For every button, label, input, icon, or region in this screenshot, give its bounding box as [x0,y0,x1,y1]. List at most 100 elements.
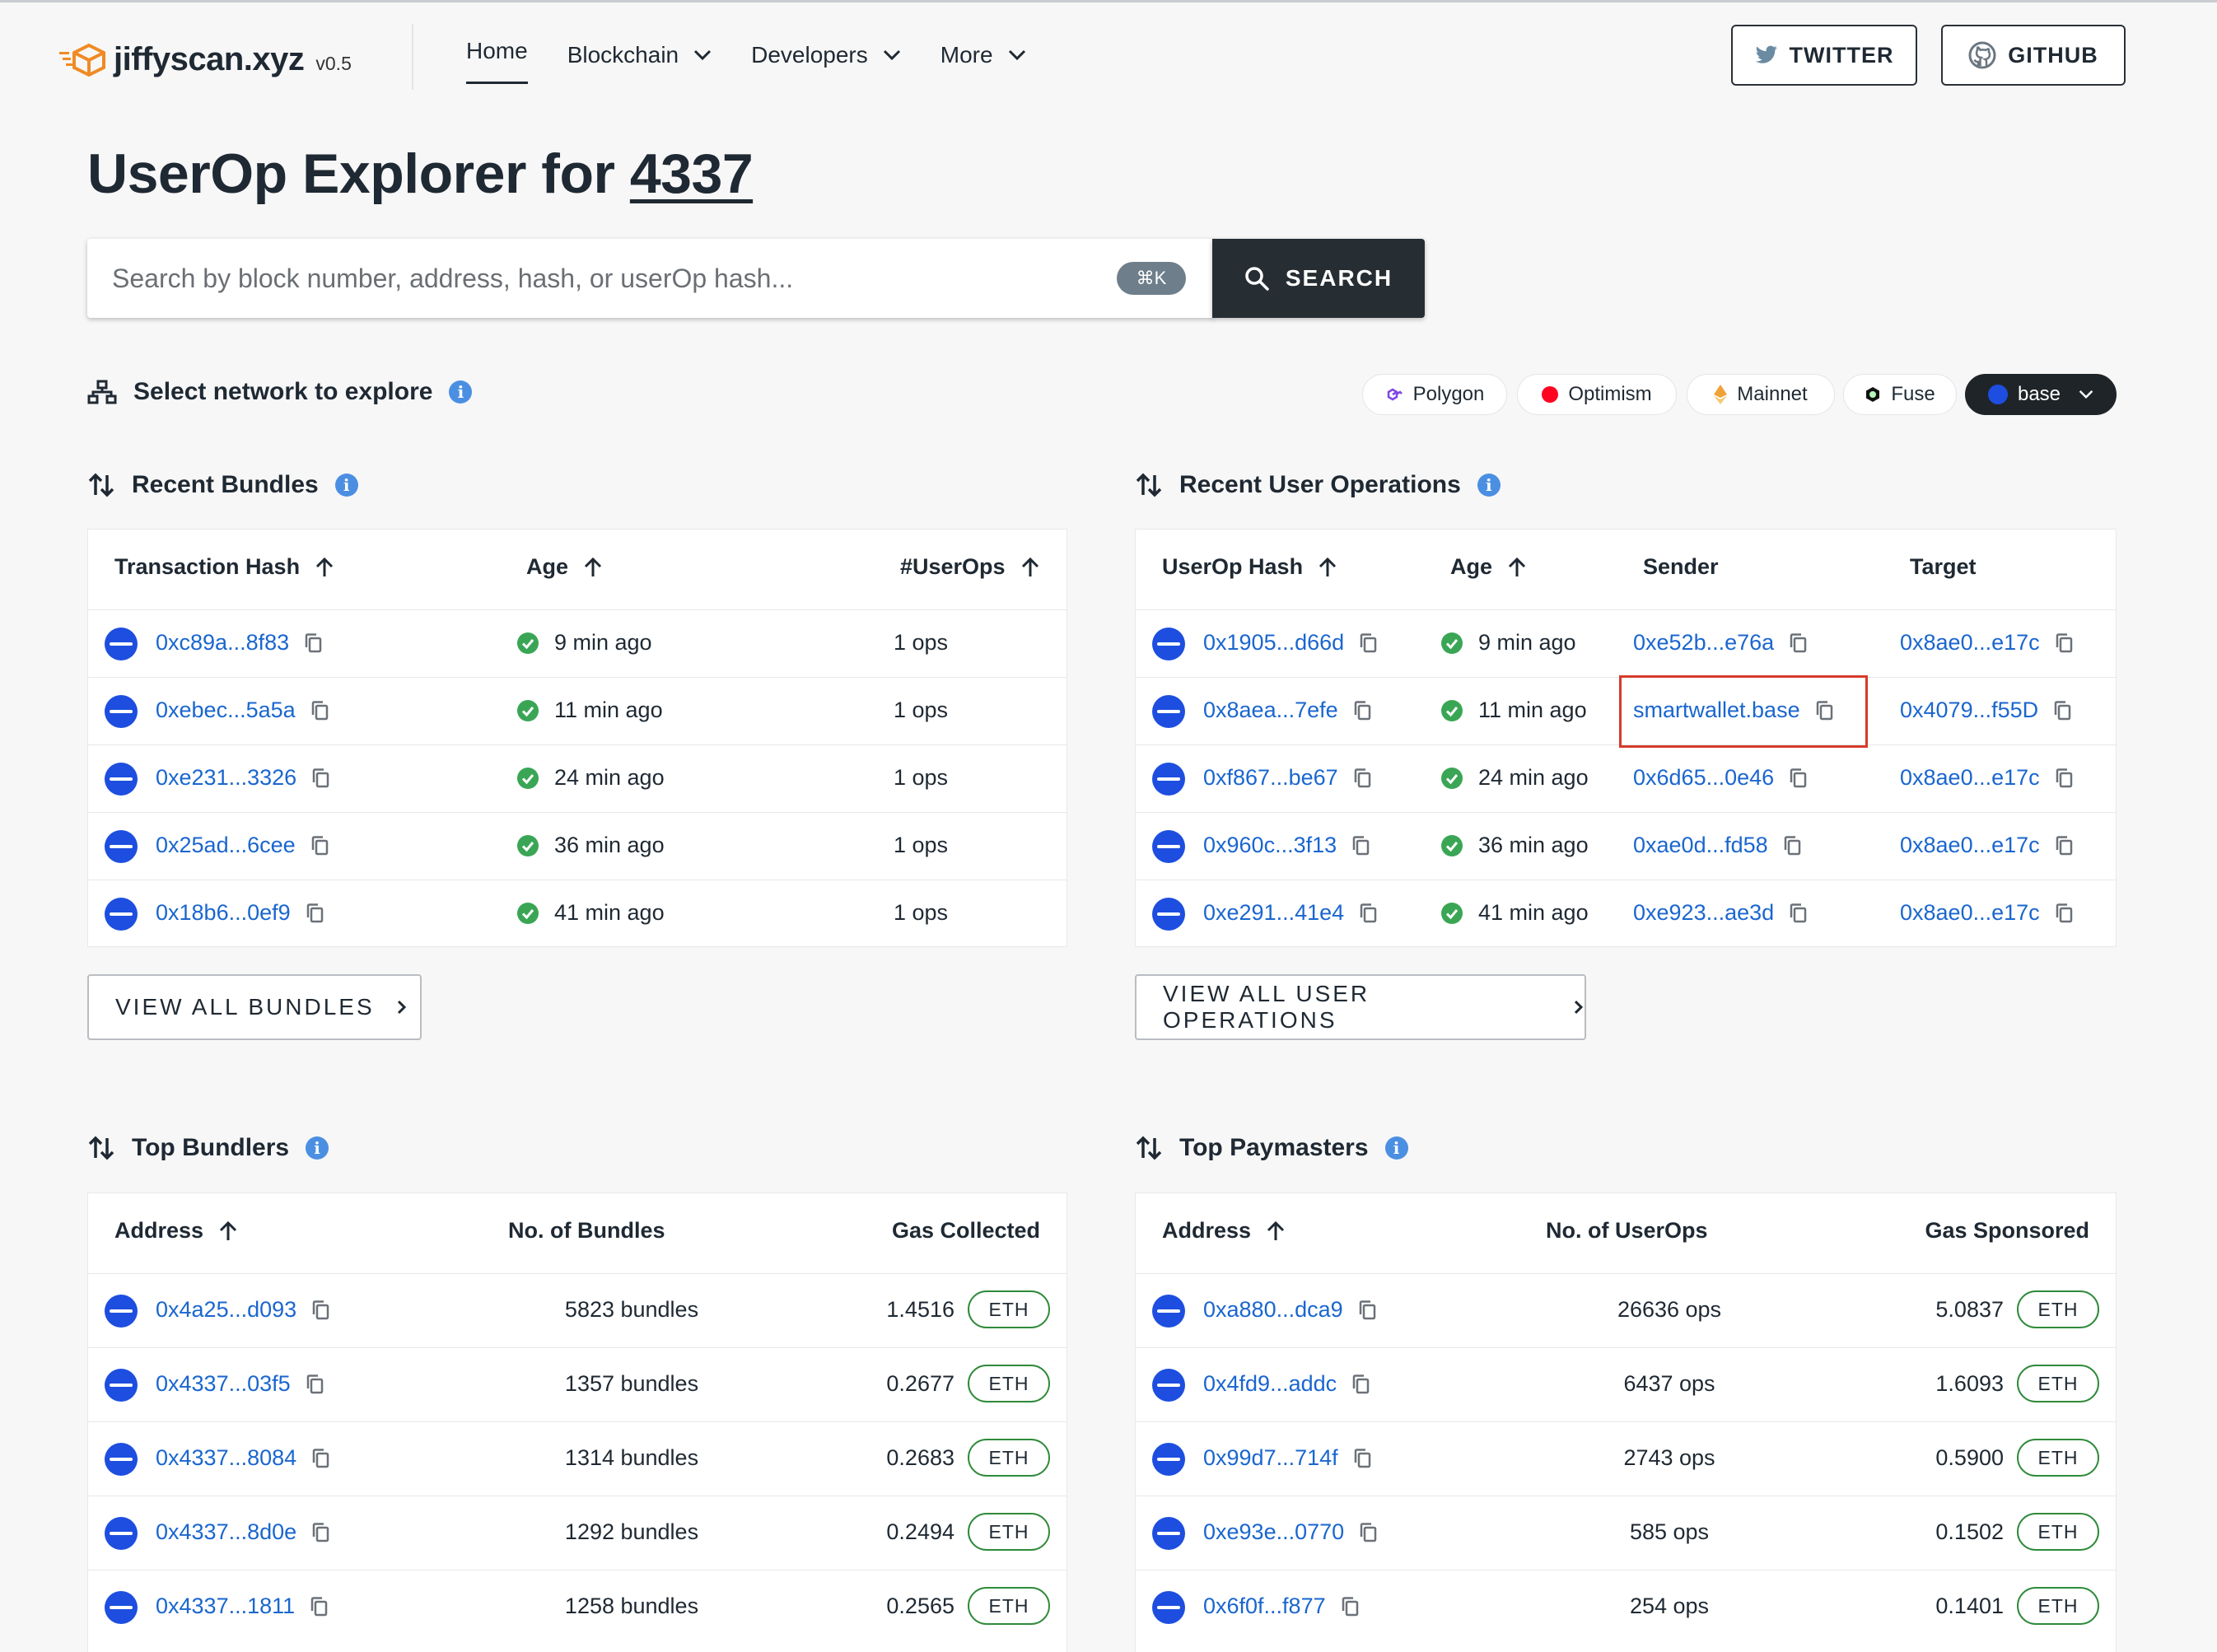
nav-developers[interactable]: Developers [751,39,901,72]
search-button[interactable]: SEARCH [1212,239,1425,318]
info-icon[interactable]: i [449,380,473,404]
target-link[interactable]: 0x8ae0...e17c [1900,900,2040,926]
userop-hash-link[interactable]: 0x8aea...7efe [1203,698,1338,723]
copy-icon[interactable] [1789,632,1807,654]
address-link[interactable]: 0x4a25...d093 [156,1297,296,1323]
sender-link[interactable]: 0xae0d...fd58 [1633,833,1768,858]
copy-icon[interactable] [1789,903,1807,924]
copy-icon[interactable] [1353,700,1371,721]
copy-icon[interactable] [1351,1374,1370,1395]
github-icon [1968,41,1996,69]
network-chip-base[interactable]: base [1965,374,2117,415]
userop-hash-link[interactable]: 0xf867...be67 [1203,765,1338,791]
copy-icon[interactable] [1353,1448,1371,1469]
column-header-address[interactable]: Address [114,1218,238,1244]
info-icon[interactable]: i [334,474,358,497]
copy-icon[interactable] [2055,632,2073,654]
nav-blockchain[interactable]: Blockchain [567,39,712,72]
userop-hash-link[interactable]: 0xe291...41e4 [1203,900,1344,926]
hash-cell: 0xe231...3326 [156,765,329,791]
target-link[interactable]: 0x8ae0...e17c [1900,833,2040,858]
copy-icon[interactable] [311,1522,329,1543]
target-link[interactable]: 0x4079...f55D [1900,698,2038,723]
copy-icon[interactable] [1359,903,1377,924]
copy-icon[interactable] [1359,632,1377,654]
column-header-userop-hash[interactable]: UserOp Hash [1162,554,1337,580]
network-chip-polygon[interactable]: Polygon [1362,374,1507,415]
sender-link[interactable]: 0xe923...ae3d [1633,900,1774,926]
address-link[interactable]: 0x4337...1811 [156,1594,295,1619]
copy-icon[interactable] [2055,903,2073,924]
copy-icon[interactable] [311,768,329,789]
address-cell: 0xa880...dca9 [1203,1297,1376,1323]
address-link[interactable]: 0xe93e...0770 [1203,1519,1344,1545]
copy-icon[interactable] [1358,1300,1376,1321]
copy-icon[interactable] [306,1374,324,1395]
copy-icon[interactable] [310,835,329,856]
copy-icon[interactable] [1353,768,1371,789]
copy-icon[interactable] [306,903,324,924]
copy-icon[interactable] [1341,1596,1359,1617]
view-all-userops-button[interactable]: VIEW ALL USER OPERATIONS [1135,974,1586,1040]
transaction-hash-link[interactable]: 0xc89a...8f83 [156,630,289,656]
twitter-button[interactable]: TWITTER [1731,25,1917,86]
userop-hash-link[interactable]: 0x1905...d66d [1203,630,1344,656]
target-link[interactable]: 0x8ae0...e17c [1900,765,2040,791]
top-bundlers-heading: Top Bundlers i [87,1133,329,1163]
sort-up-icon [1319,557,1337,576]
copy-icon[interactable] [2053,700,2071,721]
transaction-hash-link[interactable]: 0x25ad...6cee [156,833,296,858]
network-chip-fuse[interactable]: Fuse [1843,374,1957,415]
search-input[interactable] [112,257,1100,300]
eth-badge: ETH [2017,1365,2099,1402]
target-link[interactable]: 0x8ae0...e17c [1900,630,2040,656]
page-title-link[interactable]: 4337 [630,142,754,205]
network-chip-mainnet[interactable]: Mainnet [1687,374,1835,415]
copy-icon[interactable] [1789,768,1807,789]
button-label: VIEW ALL BUNDLES [115,994,375,1020]
info-icon[interactable]: i [1384,1136,1408,1160]
column-header-age[interactable]: Age [526,554,603,580]
copy-icon[interactable] [2055,768,2073,789]
address-link[interactable]: 0x4337...03f5 [156,1371,291,1397]
nav-home[interactable]: Home [466,38,528,84]
network-chip-optimism[interactable]: Optimism [1517,374,1677,415]
nav-blockchain-label: Blockchain [567,42,679,68]
copy-icon[interactable] [310,700,329,721]
chip-label: base [2017,383,2061,405]
sender-link[interactable]: 0x6d65...0e46 [1633,765,1774,791]
nav-more[interactable]: More [940,39,1026,72]
gas-cell: 0.1401 ETH [1935,1587,2099,1625]
address-link[interactable]: 0xa880...dca9 [1203,1297,1343,1323]
copy-icon[interactable] [2055,835,2073,856]
copy-icon[interactable] [1783,835,1801,856]
address-link[interactable]: 0x6f0f...f877 [1203,1594,1326,1619]
copy-icon[interactable] [310,1596,328,1617]
address-link[interactable]: 0x99d7...714f [1203,1445,1338,1471]
copy-icon[interactable] [304,632,322,654]
copy-icon[interactable] [311,1448,329,1469]
github-button[interactable]: GITHUB [1941,25,2126,86]
address-link[interactable]: 0x4337...8084 [156,1445,296,1471]
copy-icon[interactable] [1351,835,1370,856]
transaction-hash-link[interactable]: 0xe231...3326 [156,765,296,791]
sender-link[interactable]: 0xe52b...e76a [1633,630,1774,656]
column-header-transaction-hash[interactable]: Transaction Hash [114,554,334,580]
transaction-hash-link[interactable]: 0x18b6...0ef9 [156,900,291,926]
base-chain-icon [105,1443,138,1476]
logo[interactable]: jiffyscan.xyz v0.5 [59,35,352,78]
sender-cell: 0xe52b...e76a [1633,630,1807,656]
copy-icon[interactable] [1359,1522,1377,1543]
view-all-bundles-button[interactable]: VIEW ALL BUNDLES [87,974,422,1040]
address-link[interactable]: 0x4337...8d0e [156,1519,296,1545]
table-row: 0x18b6...0ef9 41 min ago 1 ops [88,880,1066,948]
address-link[interactable]: 0x4fd9...addc [1203,1371,1337,1397]
column-header-age[interactable]: Age [1450,554,1527,580]
userop-hash-link[interactable]: 0x960c...3f13 [1203,833,1337,858]
copy-icon[interactable] [311,1300,329,1321]
column-header-address[interactable]: Address [1162,1218,1286,1244]
column-header-userops[interactable]: #UserOps [900,554,1040,580]
transaction-hash-link[interactable]: 0xebec...5a5a [156,698,296,723]
info-icon[interactable]: i [1477,474,1501,497]
info-icon[interactable]: i [306,1136,329,1160]
